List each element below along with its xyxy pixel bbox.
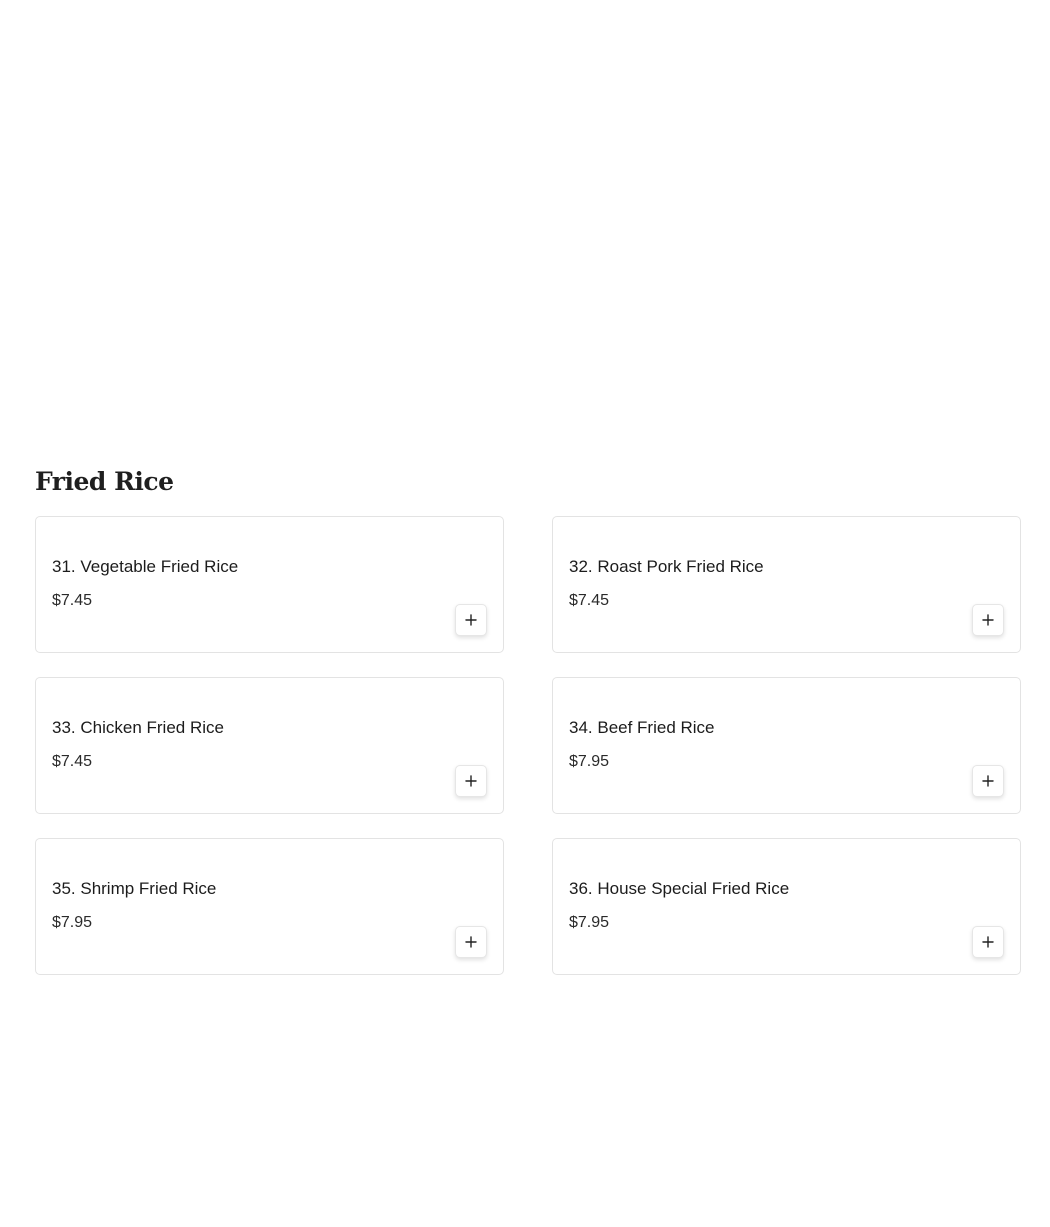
section-title: Fried Rice xyxy=(35,467,174,496)
item-name: 33. Chicken Fried Rice xyxy=(52,718,224,737)
item-price: $7.95 xyxy=(52,914,93,931)
add-item-button[interactable] xyxy=(972,926,1004,958)
item-price: $7.95 xyxy=(569,914,610,931)
menu-item-card[interactable]: 34. Beef Fried Rice $7.95 xyxy=(552,677,1021,814)
item-name: 36. House Special Fried Rice xyxy=(569,879,790,898)
item-name: 32. Roast Pork Fried Rice xyxy=(569,557,764,576)
item-price: $7.45 xyxy=(52,753,93,770)
plus-icon xyxy=(465,775,477,787)
menu-items-grid: 31. Vegetable Fried Rice $7.45 32. Roast… xyxy=(35,516,1021,975)
add-item-button[interactable] xyxy=(455,926,487,958)
menu-section-fried-rice: Fried Rice 31. Vegetable Fried Rice $7.4… xyxy=(35,462,1021,975)
add-item-button[interactable] xyxy=(972,604,1004,636)
item-name: 34. Beef Fried Rice xyxy=(569,718,715,737)
menu-item-card[interactable]: 33. Chicken Fried Rice $7.45 xyxy=(35,677,504,814)
menu-item-card[interactable]: 36. House Special Fried Rice $7.95 xyxy=(552,838,1021,975)
add-item-button[interactable] xyxy=(455,765,487,797)
plus-icon xyxy=(465,936,477,948)
plus-icon xyxy=(465,614,477,626)
plus-icon xyxy=(982,936,994,948)
plus-icon xyxy=(982,614,994,626)
item-price: $7.45 xyxy=(52,592,93,609)
item-name: 35. Shrimp Fried Rice xyxy=(52,879,217,898)
add-item-button[interactable] xyxy=(455,604,487,636)
item-price: $7.45 xyxy=(569,592,610,609)
item-price: $7.95 xyxy=(569,753,610,770)
item-name: 31. Vegetable Fried Rice xyxy=(52,557,239,576)
plus-icon xyxy=(982,775,994,787)
menu-item-card[interactable]: 31. Vegetable Fried Rice $7.45 xyxy=(35,516,504,653)
add-item-button[interactable] xyxy=(972,765,1004,797)
menu-item-card[interactable]: 32. Roast Pork Fried Rice $7.45 xyxy=(552,516,1021,653)
menu-item-card[interactable]: 35. Shrimp Fried Rice $7.95 xyxy=(35,838,504,975)
